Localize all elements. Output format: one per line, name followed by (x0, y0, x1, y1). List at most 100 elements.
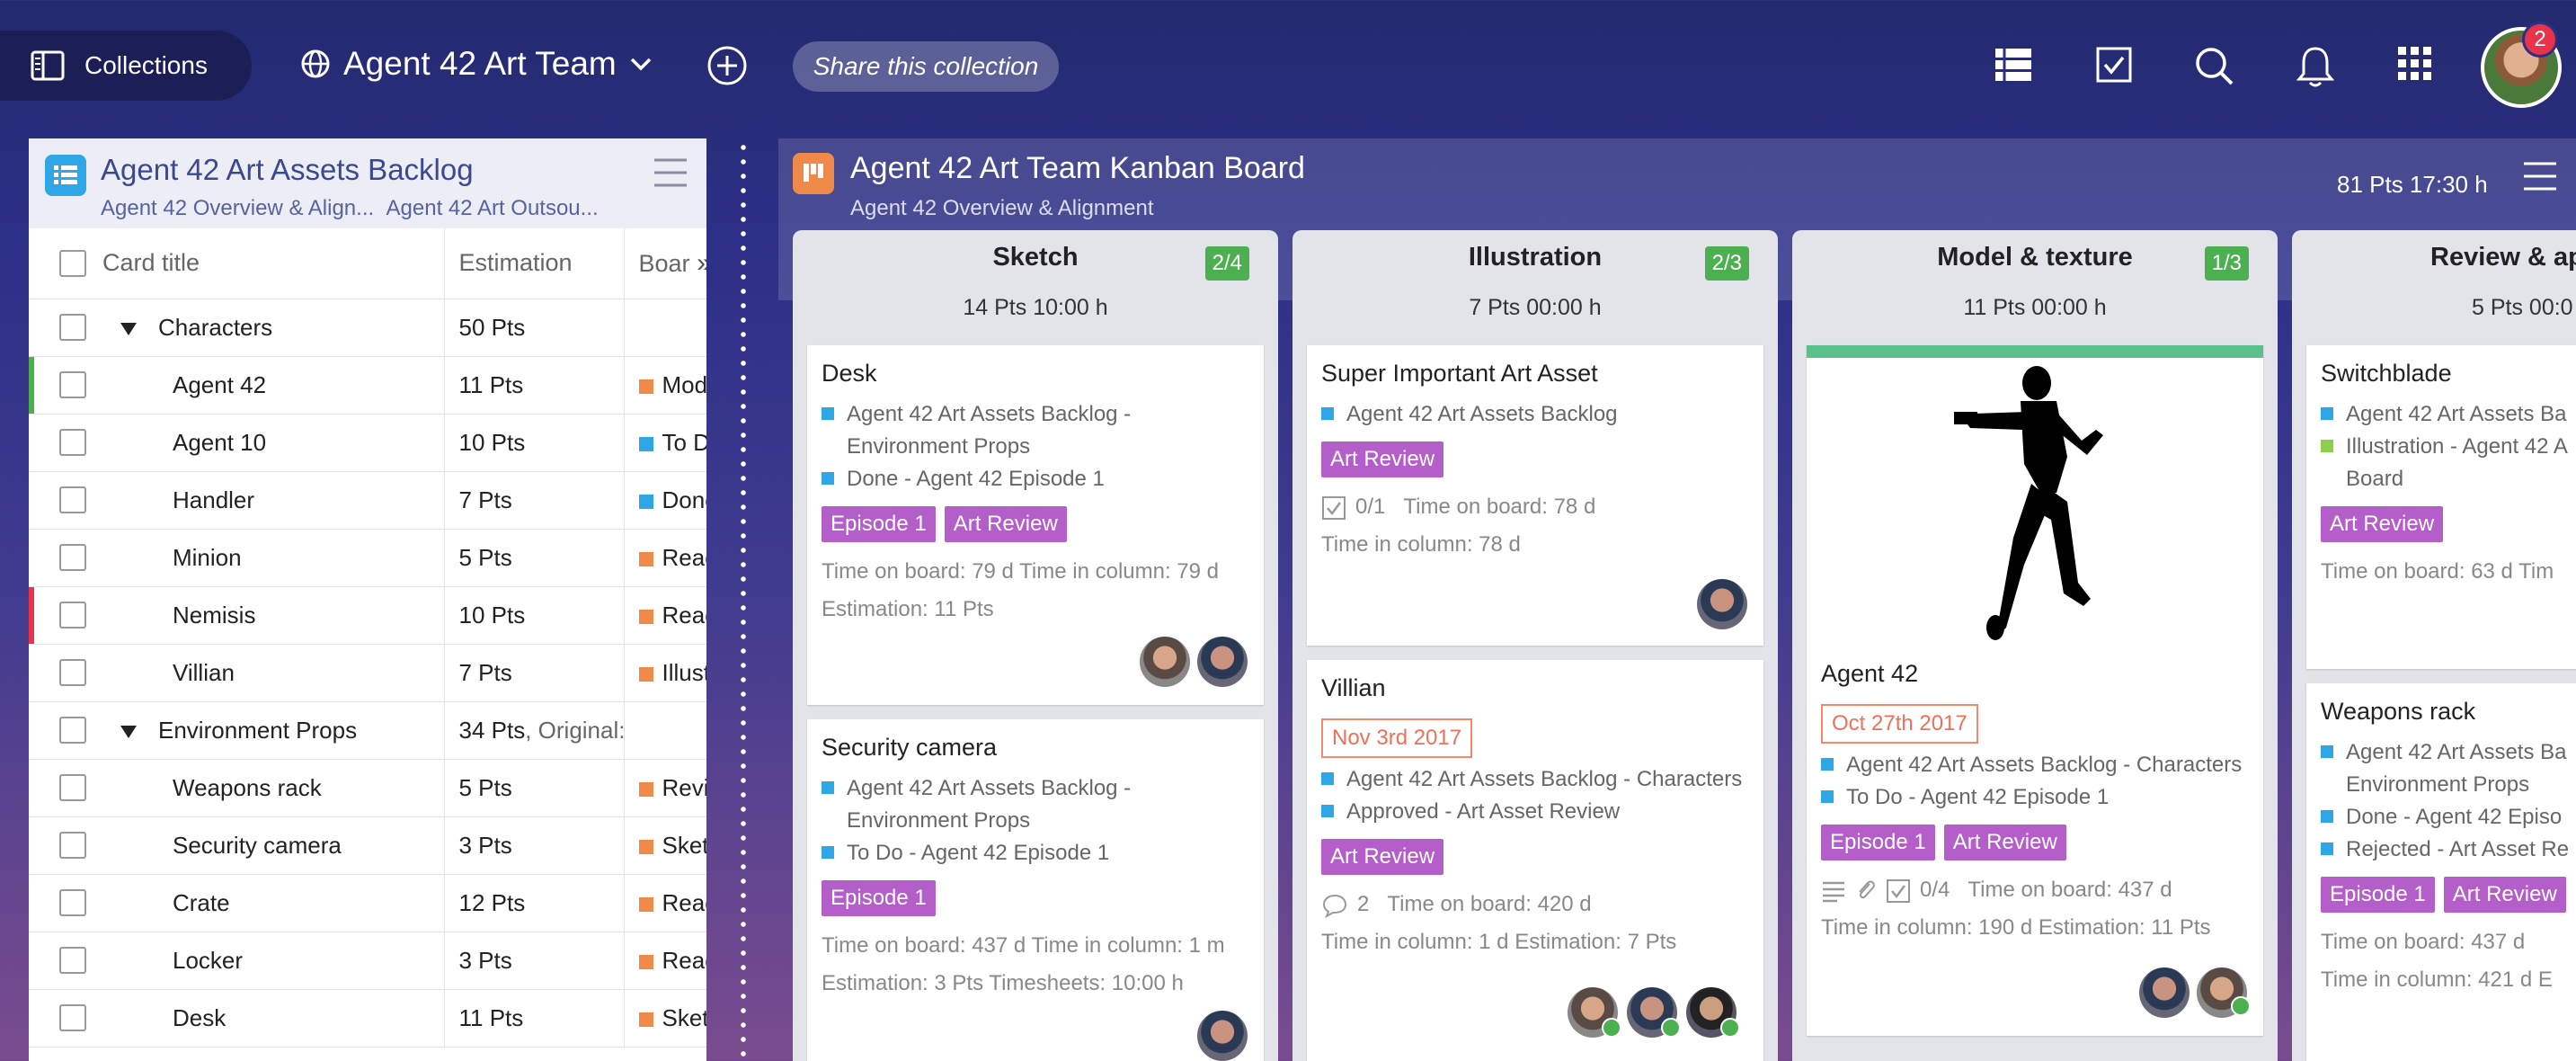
group-title-cell[interactable]: Characters (102, 299, 445, 357)
board-cell[interactable]: Done - (624, 471, 706, 530)
table-row[interactable]: Locker 3 Pts Ready (29, 932, 706, 990)
row-checkbox[interactable] (59, 947, 86, 974)
card-link[interactable]: Agent 42 Art Assets Backlog - Characters (1821, 749, 2249, 781)
card-link[interactable]: Done - Agent 42 Episode 1 (822, 463, 1249, 495)
kanban-card-villian[interactable]: Villian Nov 3rd 2017 Agent 42 Art Assets… (1307, 660, 1763, 1061)
row-checkbox[interactable] (59, 371, 86, 398)
tag-art-review[interactable]: Art Review (1943, 825, 2066, 860)
board-cell[interactable]: Ready (624, 874, 706, 932)
table-row[interactable]: Agent 42 11 Pts Model (29, 356, 706, 415)
card-link[interactable]: Agent 42 Art Assets Ba (2321, 398, 2576, 431)
board-cell[interactable] (624, 701, 706, 760)
apps-grid-icon[interactable] (2396, 45, 2434, 83)
board-cell[interactable]: Model (624, 356, 706, 415)
share-collection-button[interactable]: Share this collection (793, 41, 1059, 92)
column-header-title[interactable]: Card title (102, 228, 445, 299)
tag-episode-1[interactable]: Episode 1 (822, 506, 936, 542)
card-title-cell[interactable]: Locker (102, 932, 445, 990)
estimation-cell[interactable]: 5 Pts (444, 529, 625, 587)
row-checkbox[interactable] (59, 429, 86, 456)
tag-episode-1[interactable]: Episode 1 (2321, 877, 2435, 913)
checklist-icon[interactable] (2094, 45, 2134, 85)
card-title-cell[interactable]: Security camera (102, 816, 445, 875)
row-checkbox[interactable] (59, 659, 86, 686)
table-group-row[interactable]: Characters 50 Pts (29, 299, 706, 357)
column-header[interactable]: Illustration 2/3 (1292, 230, 1778, 284)
hamburger-menu-icon[interactable] (653, 156, 688, 189)
table-row[interactable]: Agent 10 10 Pts To Do (29, 414, 706, 472)
board-cell[interactable]: Illustra (624, 644, 706, 702)
row-checkbox[interactable] (59, 889, 86, 916)
table-row[interactable]: Desk 11 Pts Sketch (29, 989, 706, 1048)
tag-art-review[interactable]: Art Review (2321, 506, 2444, 542)
search-icon[interactable] (2193, 45, 2234, 86)
estimation-cell[interactable]: 10 Pts (444, 586, 625, 645)
assignee-avatar[interactable] (1140, 637, 1190, 687)
estimation-cell[interactable]: 12 Pts (444, 874, 625, 932)
board-cell[interactable]: Ready (624, 529, 706, 587)
table-group-row[interactable]: Environment Props 34 Pts, Original: (29, 701, 706, 760)
kanban-card-super-important-art-asset[interactable]: Super Important Art Asset Agent 42 Art A… (1307, 345, 1763, 646)
backlog-title[interactable]: Agent 42 Art Assets Backlog (101, 153, 474, 187)
card-title-cell[interactable]: Weapons rack (102, 759, 445, 817)
card-title-cell[interactable]: Crate (102, 874, 445, 932)
tag-art-review[interactable]: Art Review (1321, 839, 1444, 875)
assignee-avatar[interactable] (2139, 967, 2190, 1018)
due-date-badge[interactable]: Nov 3rd 2017 (1321, 718, 1473, 758)
estimation-cell[interactable]: 11 Pts (444, 989, 625, 1048)
card-link[interactable]: Approved - Art Asset Review (1321, 796, 1749, 828)
board-cell[interactable]: Ready (624, 932, 706, 990)
row-checkbox[interactable] (59, 544, 86, 571)
table-row[interactable]: Crate 12 Pts Ready (29, 874, 706, 932)
table-row[interactable]: Villian 7 Pts Illustra (29, 644, 706, 702)
card-link[interactable]: Agent 42 Art Assets Backlog - Environment… (822, 772, 1249, 837)
bell-icon[interactable] (2296, 45, 2335, 88)
tag-episode-1[interactable]: Episode 1 (1821, 825, 1935, 860)
row-checkbox[interactable] (59, 1004, 86, 1031)
estimation-cell[interactable]: 7 Pts (444, 644, 625, 702)
collapse-triangle-icon[interactable] (120, 322, 137, 335)
card-title-cell[interactable]: Handler (102, 471, 445, 530)
card-title-cell[interactable]: Villian (102, 644, 445, 702)
card-link[interactable]: Rejected - Art Asset Re (2321, 834, 2576, 866)
column-header[interactable]: Model & texture 1/3 (1792, 230, 2278, 284)
kanban-card-desk[interactable]: Desk Agent 42 Art Assets Backlog - Enviro… (807, 345, 1264, 705)
group-title-cell[interactable]: Environment Props (102, 701, 445, 760)
board-cell[interactable]: Ready (624, 586, 706, 645)
column-header-estimation[interactable]: Estimation (444, 228, 625, 299)
card-link[interactable]: Agent 42 Art Assets Backlog (1321, 398, 1749, 431)
row-checkbox[interactable] (59, 486, 86, 513)
column-header[interactable]: Review & ap (2292, 230, 2576, 284)
table-row[interactable]: Minion 5 Pts Ready (29, 529, 706, 587)
row-checkbox[interactable] (59, 832, 86, 859)
estimation-cell[interactable]: 50 Pts (444, 299, 625, 357)
tag-art-review[interactable]: Art Review (944, 506, 1067, 542)
double-chevron-right-icon[interactable]: » (697, 248, 706, 278)
assignee-avatar[interactable] (1697, 579, 1747, 629)
backlog-link-outsourcing[interactable]: Agent 42 Art Outsou... (386, 196, 599, 220)
kanban-card-security-camera[interactable]: Security camera Agent 42 Art Assets Back… (807, 719, 1264, 1061)
estimation-cell[interactable]: 7 Pts (444, 471, 625, 530)
backlog-link-overview[interactable]: Agent 42 Overview & Align... (101, 196, 374, 220)
row-checkbox[interactable] (59, 602, 86, 629)
table-row[interactable]: Security camera 3 Pts Sketch (29, 816, 706, 875)
column-header[interactable]: Sketch 2/4 (793, 230, 1278, 284)
tag-episode-1[interactable]: Episode 1 (822, 880, 936, 916)
row-checkbox[interactable] (59, 774, 86, 801)
kanban-card-switchblade[interactable]: Switchblade Agent 42 Art Assets Ba Illus… (2306, 345, 2576, 669)
assignee-avatar[interactable] (1197, 637, 1248, 687)
team-selector[interactable]: Agent 42 Art Team (300, 45, 653, 83)
card-link[interactable]: Agent 42 Art Assets Backlog - Environment… (822, 398, 1249, 463)
table-row[interactable]: Weapons rack 5 Pts Review (29, 759, 706, 817)
board-cell[interactable] (624, 299, 706, 357)
board-cell[interactable]: Sketch (624, 989, 706, 1048)
assignee-avatar[interactable] (1197, 1011, 1248, 1061)
column-header-board[interactable]: Boar » (624, 228, 706, 299)
kanban-subtitle[interactable]: Agent 42 Overview & Alignment (850, 196, 1154, 221)
card-link[interactable]: Agent 42 Art Assets Backlog - Characters (1321, 763, 1749, 796)
board-cell[interactable]: To Do (624, 414, 706, 472)
row-checkbox[interactable] (59, 717, 86, 744)
select-all-checkbox[interactable] (59, 249, 86, 277)
card-title-cell[interactable]: Desk (102, 989, 445, 1048)
card-title-cell[interactable]: Minion (102, 529, 445, 587)
